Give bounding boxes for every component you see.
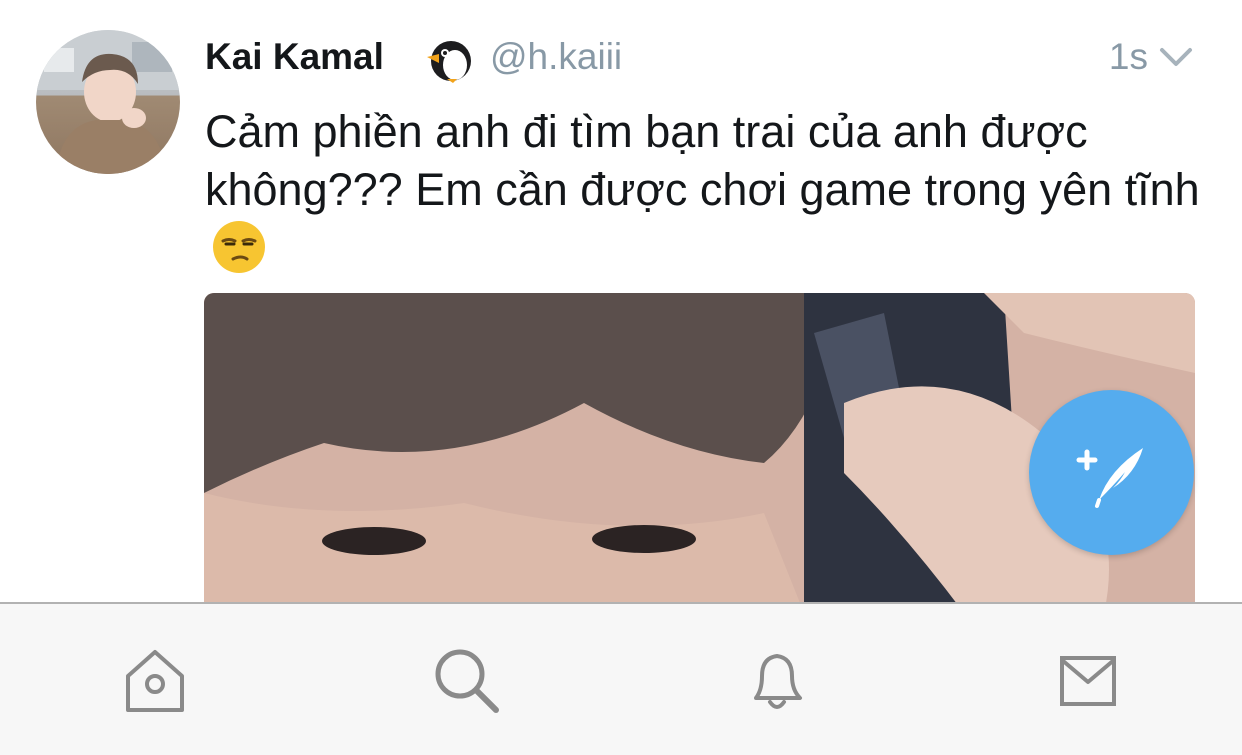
tweet-text: Cảm phiền anh đi tìm bạn trai của anh đư… [205, 103, 1205, 277]
penguin-icon [423, 37, 477, 83]
tab-search[interactable] [432, 646, 502, 716]
notifications-bell-icon [754, 654, 802, 709]
user-handle[interactable]: @h.kaiii [490, 36, 622, 78]
tab-messages[interactable] [1054, 646, 1124, 716]
tab-bar [0, 602, 1242, 755]
timestamp: 1s [1108, 36, 1148, 77]
tab-notifications[interactable] [742, 646, 812, 716]
messages-envelope-icon [1060, 656, 1116, 706]
search-icon [435, 649, 499, 713]
chevron-down-icon[interactable] [1158, 42, 1194, 72]
avatar[interactable] [36, 30, 180, 174]
home-icon [126, 650, 184, 712]
compose-tweet-icon [1076, 448, 1143, 508]
unamused-face-emoji [211, 219, 267, 275]
tweet[interactable]: Kai Kamal @h.kaiii 1s Cảm phiền anh đi t… [0, 0, 1242, 613]
tweet-header: Kai Kamal @h.kaiii 1s [205, 34, 1194, 84]
compose-tweet-button[interactable] [1029, 390, 1194, 555]
tab-home[interactable] [120, 646, 190, 716]
display-name[interactable]: Kai Kamal [205, 36, 384, 78]
tweet-body: Cảm phiền anh đi tìm bạn trai của anh đư… [205, 106, 1200, 215]
